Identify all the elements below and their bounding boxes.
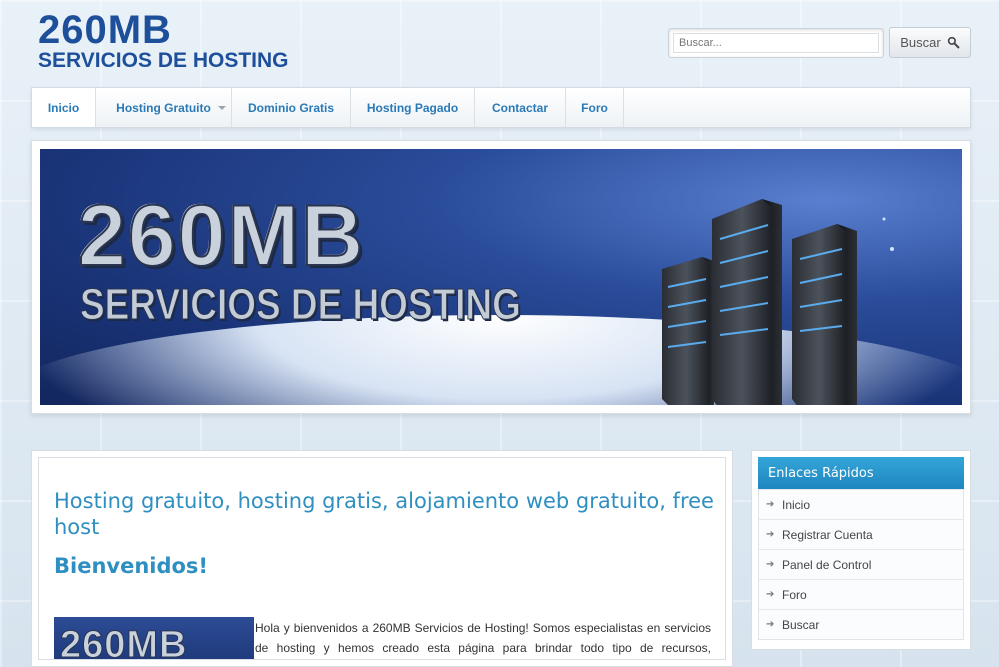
nav-item-label: Dominio Gratis [247, 100, 334, 115]
arrow-right-icon: ➔ [766, 499, 775, 510]
search-button[interactable]: Buscar [889, 27, 971, 58]
quick-link-label: Registrar Cuenta [782, 527, 873, 542]
dropdown-caret-icon [218, 106, 226, 110]
quick-link-label: Inicio [782, 497, 811, 512]
quick-link-foro[interactable]: ➔ Foro [759, 579, 963, 609]
search-button-label: Buscar [900, 35, 941, 50]
quick-link-registrar-cuenta[interactable]: ➔ Registrar Cuenta [759, 519, 963, 549]
hero-banner: 260MB SERVICIOS DE HOSTING [40, 149, 962, 405]
main-navigation: Inicio Hosting Gratuito Dominio Gratis H… [31, 87, 971, 128]
nav-item-label: Hosting Pagado [366, 100, 459, 115]
site-logo[interactable]: 260MB SERVICIOS DE HOSTING [38, 8, 289, 72]
quick-link-label: Panel de Control [782, 557, 872, 572]
logo-tagline: SERVICIOS DE HOSTING [38, 49, 289, 72]
quick-links-list: ➔ Inicio ➔ Registrar Cuenta ➔ Panel de Cont… [758, 489, 964, 640]
nav-item-label: Inicio [47, 100, 80, 115]
thumbnail-text: 260MB [60, 624, 188, 660]
nav-item-hosting-gratuito[interactable]: Hosting Gratuito [96, 88, 232, 127]
quick-link-label: Foro [782, 587, 807, 602]
server-racks-illustration [662, 199, 894, 405]
arrow-right-icon: ➔ [766, 529, 775, 540]
banner-title: 260MB [77, 188, 366, 284]
banner-subtitle: SERVICIOS DE HOSTING [80, 280, 522, 329]
search-field-frame [668, 28, 884, 58]
arrow-right-icon: ➔ [766, 619, 775, 630]
nav-item-foro[interactable]: Foro [566, 88, 624, 127]
nav-item-dominio-gratis[interactable]: Dominio Gratis [232, 88, 351, 127]
nav-item-label: Foro [581, 100, 608, 115]
quick-link-panel-de-control[interactable]: ➔ Panel de Control [759, 549, 963, 579]
main-content: Hosting gratuito, hosting gratis, alojam… [31, 450, 733, 667]
logo-wordmark: 260MB [38, 8, 172, 52]
magnifier-icon [947, 36, 960, 49]
search-input[interactable] [673, 33, 879, 53]
nav-item-hosting-pagado[interactable]: Hosting Pagado [351, 88, 475, 127]
nav-item-contactar[interactable]: Contactar [475, 88, 566, 127]
arrow-right-icon: ➔ [766, 589, 775, 600]
quick-link-buscar[interactable]: ➔ Buscar [759, 609, 963, 639]
logo-thumbnail: 260MB [54, 617, 254, 660]
intro-paragraph: Hola y bienvenidos a 260MB Servicios de … [255, 621, 711, 655]
banner-frame: 260MB SERVICIOS DE HOSTING [31, 140, 971, 414]
quick-link-label: Buscar [782, 617, 820, 632]
page-title: Hosting gratuito, hosting gratis, alojam… [54, 489, 714, 539]
arrow-right-icon: ➔ [766, 559, 775, 570]
welcome-heading: Bienvenidos! [54, 554, 209, 578]
nav-item-label: Hosting Gratuito [116, 100, 211, 115]
main-content-inner: Hosting gratuito, hosting gratis, alojam… [38, 457, 726, 660]
nav-item-label: Contactar [491, 100, 548, 115]
quick-link-inicio[interactable]: ➔ Inicio [759, 489, 963, 519]
nav-item-inicio[interactable]: Inicio [32, 88, 96, 127]
quick-links-widget: Enlaces Rápidos ➔ Inicio ➔ Registrar Cuent… [751, 450, 971, 650]
quick-links-title: Enlaces Rápidos [758, 457, 964, 489]
